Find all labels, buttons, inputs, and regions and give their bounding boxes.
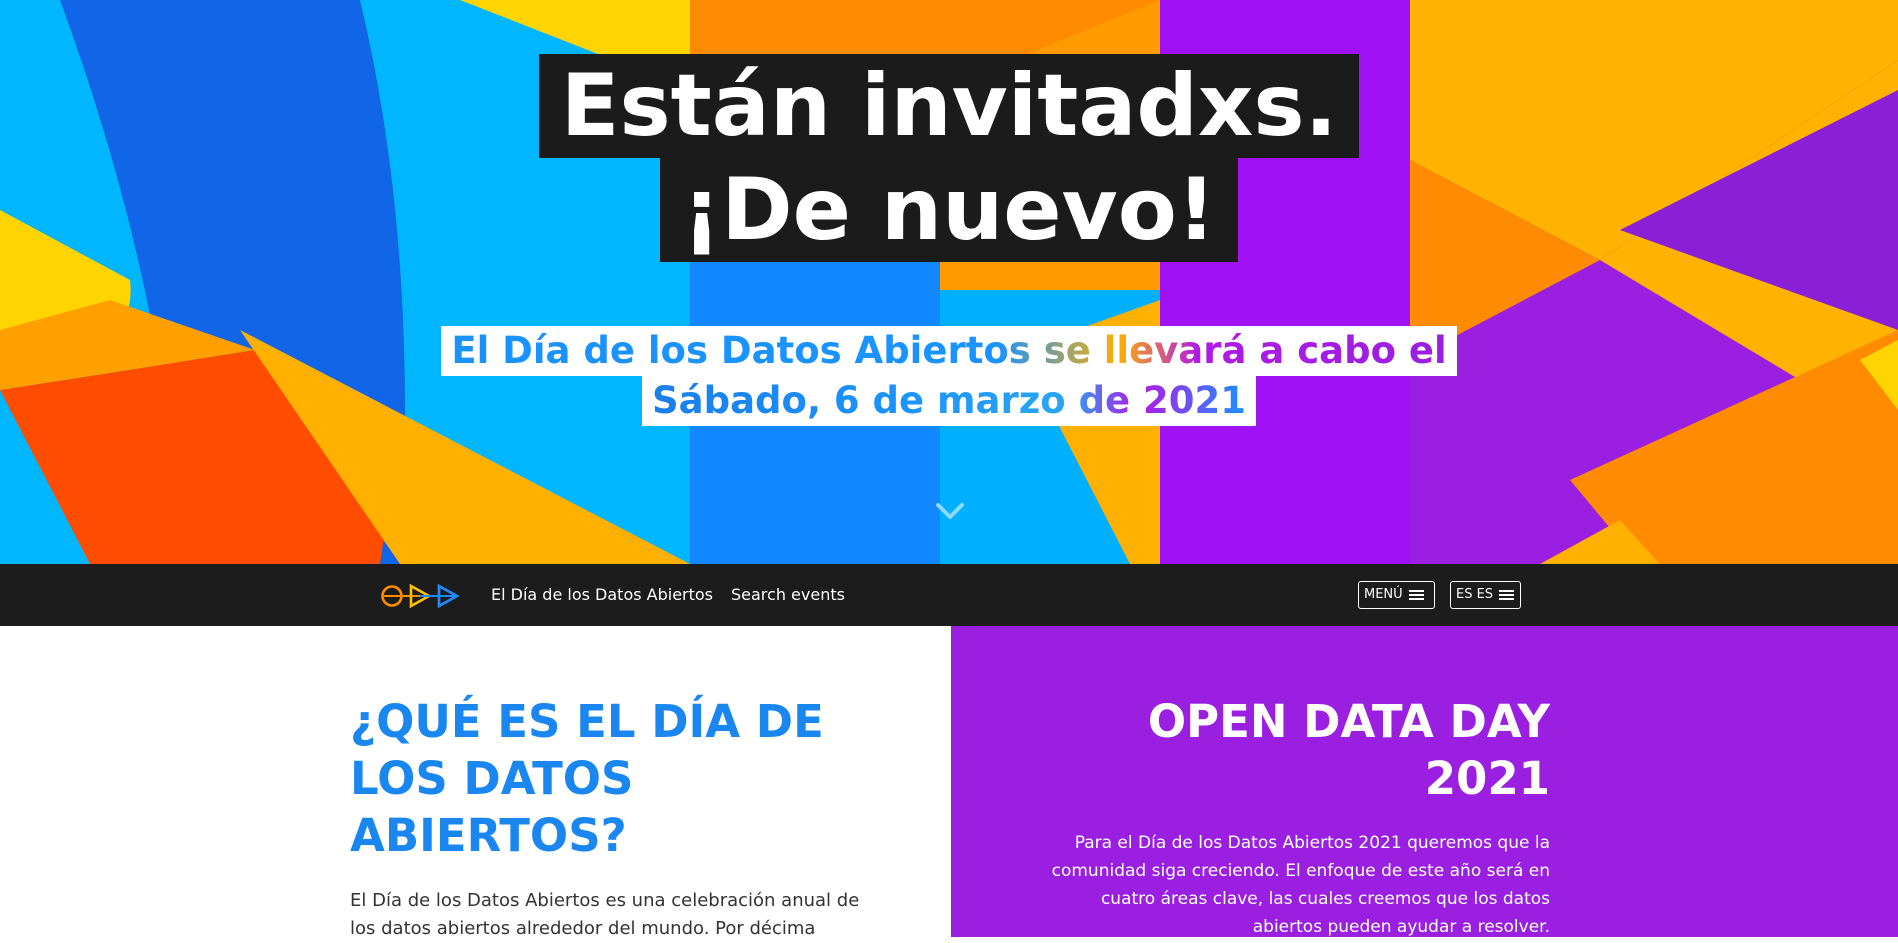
hero-subtitle-line-1-box: El Día de los Datos Abiertos se llevará … [441,326,1457,376]
hero-subtitle-line-2-box: Sábado, 6 de marzo de 2021 [641,376,1257,426]
hero-banner: Están invitadxs. ¡De nuevo! El Día de lo… [0,0,1898,564]
menu-button-label: MENÚ [1364,587,1403,602]
open-data-day-2021-body: Para el Día de los Datos Abiertos 2021 q… [1051,833,1550,937]
hero-title-line-1: Están invitadxs. [538,54,1360,158]
open-data-day-2021-heading: OPEN DATA DAY 2021 [1147,695,1550,805]
hero-subtitle-line-1: El Día de los Datos Abiertos se llevará … [451,329,1447,372]
nav-link-search-events[interactable]: Search events [731,584,845,606]
language-button-label: ES ES [1456,587,1494,602]
main-navbar: El Día de los Datos Abiertos Search even… [0,564,1898,626]
hero-title: Están invitadxs. ¡De nuevo! [0,54,1898,262]
odd-logo-icon[interactable] [380,582,462,610]
hero-title-line-2: ¡De nuevo! [659,158,1238,262]
nav-link-open-data-day[interactable]: El Día de los Datos Abiertos [491,584,713,606]
hamburger-icon [1408,590,1424,600]
what-is-heading: ¿QUÉ ES EL DÍA DE LOS DATOS ABIERTOS? [350,695,824,862]
hero-subtitle: El Día de los Datos Abiertos se llevará … [0,326,1898,426]
hero-subtitle-line-2: Sábado, 6 de marzo de 2021 [651,379,1247,422]
chevron-down-icon[interactable] [935,500,965,522]
menu-button[interactable]: MENÚ [1358,581,1435,609]
language-button[interactable]: ES ES [1450,581,1521,609]
what-is-body: El Día de los Datos Abiertos es una cele… [350,890,860,939]
hamburger-icon [1499,590,1515,600]
